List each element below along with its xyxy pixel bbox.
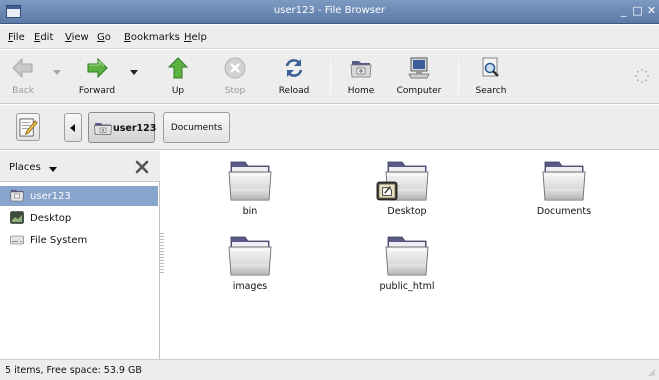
back-label: Back [12,86,34,96]
file-name: bin [242,206,258,217]
reload-icon [285,59,303,77]
drive-icon [10,235,24,245]
reload-button[interactable]: Reload [274,56,314,100]
status-bar: 5 items, Free space: 53.9 GB [0,359,659,380]
computer-icon [408,57,430,79]
stop-button[interactable]: Stop [220,56,250,100]
sidebar-header: Places [0,151,160,182]
home-folder-icon [94,123,112,135]
crumb-user123[interactable]: user123 [88,112,157,143]
menu-bar: File Edit View Go Bookmarks Help [0,25,659,49]
stop-icon [224,57,246,79]
file-item-documents[interactable]: Documents [509,159,619,217]
crumb-documents[interactable]: Documents [163,112,230,143]
activity-throbber-icon [635,69,649,83]
home-label: Home [347,86,375,96]
file-item-images[interactable]: images [195,234,305,292]
minimize-button[interactable]: _ [617,4,630,18]
maximize-button[interactable]: □ [631,4,644,18]
file-name: public_html [379,281,435,292]
back-history-dropdown-icon[interactable] [53,70,61,75]
toolbar: Back Forward Up Stop Reload Home Compute… [0,50,659,104]
folder-icon [228,159,272,203]
menu-file[interactable]: File [8,32,25,43]
forward-button[interactable]: Forward [78,56,116,100]
toolbar-separator [330,60,331,94]
back-button[interactable]: Back [6,56,40,100]
toolbar-separator [458,60,459,94]
menu-bookmarks[interactable]: Bookmarks [124,32,180,43]
toggle-location-entry-button[interactable] [16,113,40,141]
close-sidebar-icon[interactable] [135,160,149,174]
folder-icon [385,234,429,278]
reload-label: Reload [278,86,310,96]
forward-arrow-icon [87,57,108,79]
crumb-label: Documents [170,123,223,133]
file-name: Documents [536,206,592,217]
home-button[interactable]: Home [343,56,379,100]
file-name: images [232,281,268,292]
sidebar-view-selector[interactable]: Places [9,162,41,173]
desktop-icon [10,211,24,224]
home-folder-icon [350,61,372,78]
menu-view[interactable]: View [65,32,89,43]
up-arrow-icon [167,57,189,79]
sidebar-item-file-system[interactable]: File System [0,230,158,250]
up-button[interactable]: Up [164,56,192,100]
desktop-emblem-icon [376,181,398,201]
resize-grip-icon[interactable] [646,367,656,377]
sidebar-item-label: Desktop [30,213,72,224]
file-name: Desktop [387,206,427,217]
status-text: 5 items, Free space: 53.9 GB [5,365,142,376]
sidebar-item-label: File System [30,235,88,246]
file-item-public-html[interactable]: public_html [352,234,462,292]
menu-edit[interactable]: Edit [34,32,53,43]
path-scroll-left-button[interactable] [64,113,82,142]
menu-help[interactable]: Help [184,32,207,43]
location-bar: user123 Documents [0,105,659,150]
computer-label: Computer [396,86,442,96]
title-bar[interactable]: user123 - File Browser _ □ ✕ [0,0,659,24]
sidebar-item-desktop[interactable]: Desktop [0,208,158,228]
chevron-down-icon[interactable] [49,167,57,172]
window-title: user123 - File Browser [273,5,386,16]
file-icon-view[interactable]: bin Desktop Documents images public_html [165,151,659,359]
sidebar: Places user123 Desktop File System [0,151,160,359]
up-label: Up [171,86,185,96]
file-item-bin[interactable]: bin [195,159,305,217]
search-icon [482,57,499,77]
computer-button[interactable]: Computer [395,56,443,100]
edit-location-icon [19,118,38,137]
home-folder-icon [10,190,24,202]
menu-go[interactable]: Go [97,32,111,43]
back-arrow-icon [12,57,33,79]
crumb-label: user123 [113,123,157,134]
file-item-desktop[interactable]: Desktop [352,159,462,217]
search-label: Search [475,86,507,96]
close-button[interactable]: ✕ [645,4,658,18]
search-button[interactable]: Search [472,56,510,100]
sidebar-item-label: user123 [30,191,71,202]
folder-icon [542,159,586,203]
forward-label: Forward [78,86,116,96]
forward-history-dropdown-icon[interactable] [130,70,138,75]
sidebar-item-user123[interactable]: user123 [0,186,158,206]
folder-icon [228,234,272,278]
stop-label: Stop [224,86,246,96]
sidebar-resize-handle[interactable] [160,233,164,273]
